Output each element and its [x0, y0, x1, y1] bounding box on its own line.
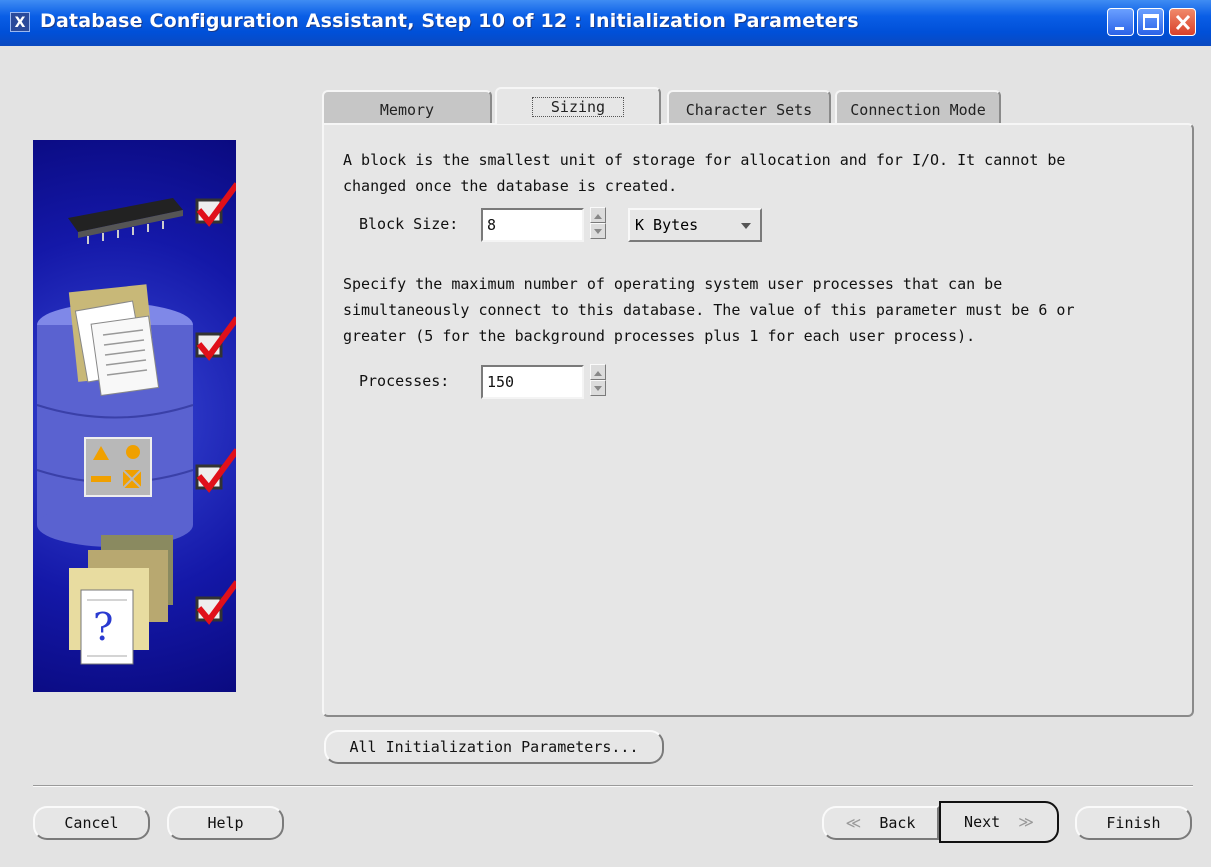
- back-button[interactable]: ≪ Back: [822, 806, 939, 840]
- processes-description-line1: Specify the maximum number of operating …: [343, 275, 1003, 293]
- spin-up-icon[interactable]: [590, 364, 606, 380]
- tab-label: Character Sets: [685, 101, 813, 119]
- maximize-icon[interactable]: [1137, 8, 1164, 36]
- title-bar[interactable]: X Database Configuration Assistant, Step…: [0, 0, 1211, 46]
- next-label: Next: [964, 813, 1001, 831]
- processes-field[interactable]: 150: [481, 365, 584, 399]
- wizard-steps-graphic: ?: [36, 182, 236, 665]
- window-title: Database Configuration Assistant, Step 1…: [40, 10, 859, 32]
- tab-label: Sizing: [531, 97, 625, 117]
- svg-text:?: ?: [93, 605, 113, 649]
- processes-label: Processes:: [359, 372, 450, 390]
- back-label: Back: [879, 814, 916, 832]
- block-description-line2: changed once the database is created.: [343, 177, 678, 195]
- chevron-down-icon: [741, 223, 751, 229]
- shapes-icon: [84, 437, 152, 497]
- help-document-icon: ?: [69, 535, 173, 665]
- cancel-button[interactable]: Cancel: [33, 806, 150, 840]
- block-unit-value: K Bytes: [635, 216, 699, 234]
- app-icon: X: [10, 12, 30, 32]
- step-check-icon: [195, 448, 236, 493]
- wizard-illustration: ?: [33, 140, 236, 692]
- back-chevron-icon: ≪: [845, 814, 862, 832]
- close-icon[interactable]: [1169, 8, 1196, 36]
- processes-spinner[interactable]: [590, 364, 606, 398]
- processes-description-line2: simultaneously connect to this database.…: [343, 301, 1075, 319]
- block-unit-select[interactable]: K Bytes: [628, 208, 762, 242]
- tab-sizing[interactable]: Sizing: [495, 87, 661, 124]
- tab-label: Memory: [379, 101, 435, 119]
- block-size-label: Block Size:: [359, 215, 459, 233]
- finish-button[interactable]: Finish: [1075, 806, 1192, 840]
- tab-memory[interactable]: Memory: [322, 90, 492, 124]
- documents-folder-icon: [68, 284, 160, 397]
- spin-down-icon[interactable]: [590, 223, 606, 239]
- block-size-spinner[interactable]: [590, 207, 606, 241]
- step-check-icon: [195, 580, 236, 625]
- tab-connection-mode[interactable]: Connection Mode: [835, 90, 1001, 124]
- memory-chip-icon: [68, 198, 183, 244]
- minimize-icon[interactable]: [1107, 8, 1134, 36]
- all-initialization-parameters-button[interactable]: All Initialization Parameters...: [324, 730, 664, 764]
- block-size-field[interactable]: 8: [481, 208, 584, 242]
- help-button[interactable]: Help: [167, 806, 284, 840]
- step-check-icon: [195, 316, 236, 361]
- tab-label: Connection Mode: [850, 101, 986, 119]
- processes-description-line3: greater (5 for the background processes …: [343, 327, 976, 345]
- dbca-window: X Database Configuration Assistant, Step…: [0, 0, 1211, 867]
- divider: [33, 785, 1193, 787]
- tab-character-sets[interactable]: Character Sets: [667, 90, 831, 124]
- next-button[interactable]: Next ≫: [939, 801, 1059, 843]
- spin-up-icon[interactable]: [590, 207, 606, 223]
- spin-down-icon[interactable]: [590, 380, 606, 396]
- block-description-line1: A block is the smallest unit of storage …: [343, 151, 1066, 169]
- step-check-icon: [195, 182, 236, 227]
- next-chevron-icon: ≫: [1018, 813, 1034, 831]
